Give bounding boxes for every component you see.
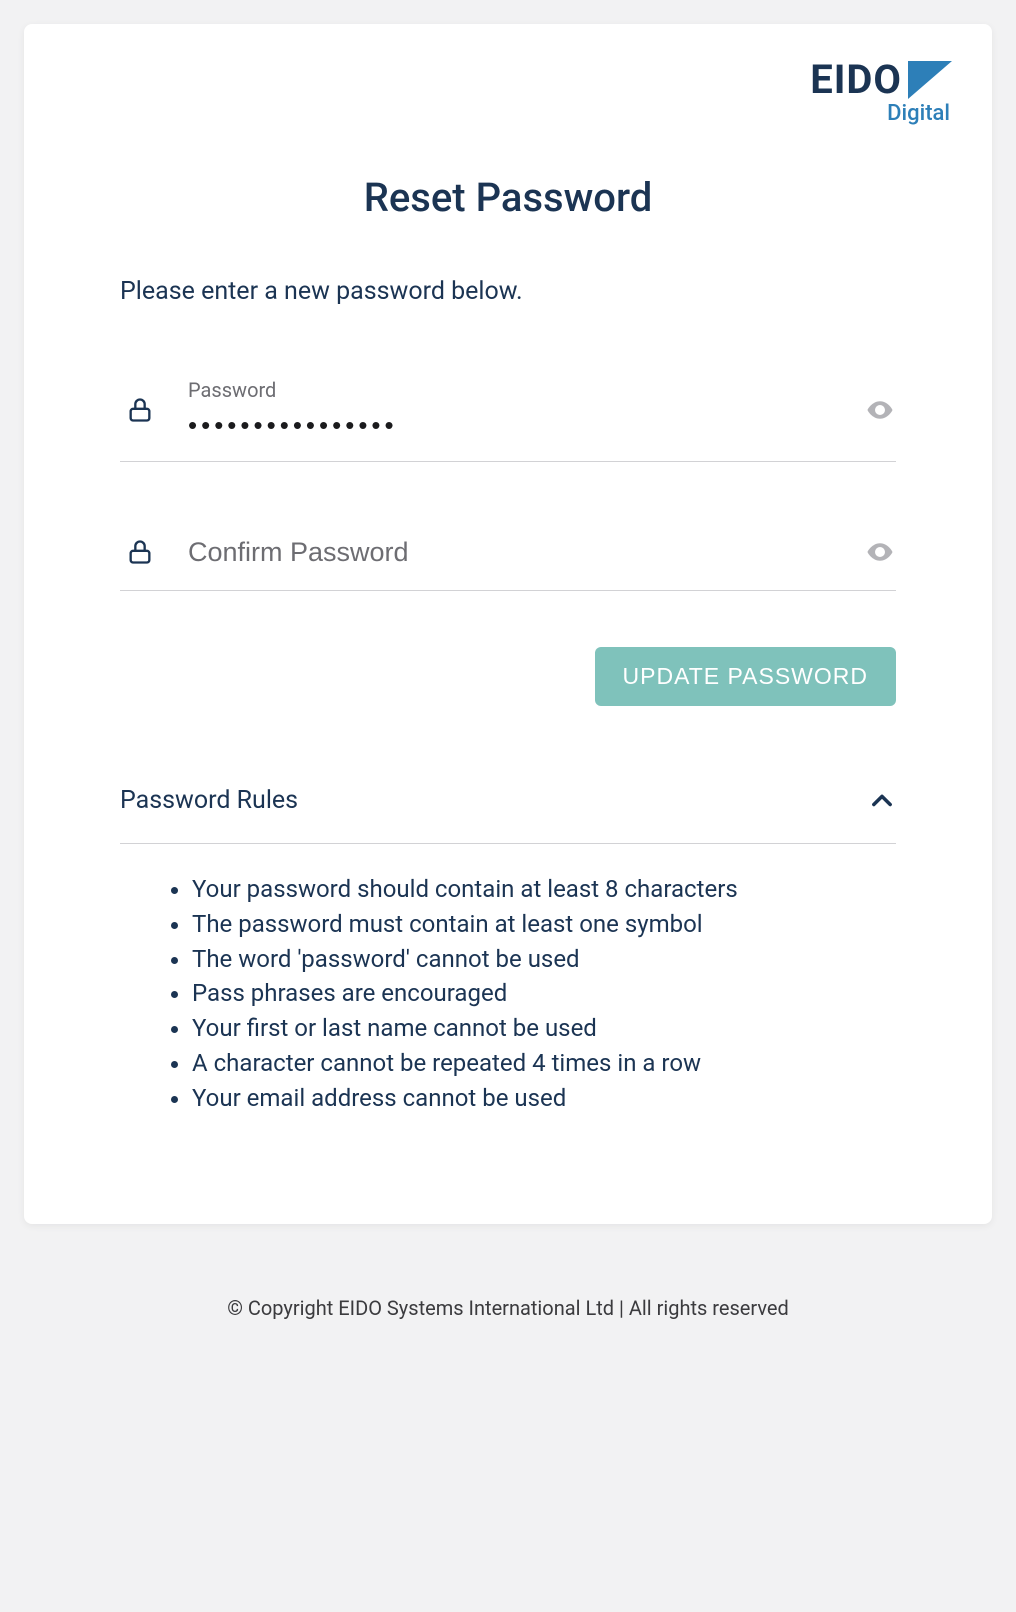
lock-icon [124,534,156,570]
chevron-up-icon [868,787,896,815]
confirm-password-input[interactable] [188,537,848,568]
logo-container: EIDO Digital [64,56,952,126]
update-password-button[interactable]: UPDATE PASSWORD [595,647,896,706]
instruction-text: Please enter a new password below. [120,277,896,306]
logo-top-row: EIDO [810,56,952,103]
confirm-password-field-body: Confirm Password [188,537,848,568]
password-rule-item: Your email address cannot be used [192,1081,896,1116]
button-row: UPDATE PASSWORD [120,647,896,706]
password-field: Password [120,362,896,462]
password-rule-item: Your first or last name cannot be used [192,1011,896,1046]
password-rule-item: A character cannot be repeated 4 times i… [192,1046,896,1081]
confirm-password-field: Confirm Password [120,518,896,591]
password-rule-item: The password must contain at least one s… [192,907,896,942]
password-rules-heading: Password Rules [120,786,298,815]
lock-icon [124,392,156,428]
page-title: Reset Password [64,174,952,221]
reset-password-card: EIDO Digital Reset Password Please enter… [24,24,992,1224]
password-input[interactable] [188,410,848,441]
form-content: Please enter a new password below. Passw… [64,277,952,1116]
password-rule-item: The word 'password' cannot be used [192,942,896,977]
password-field-body: Password [188,378,848,441]
brand-name: EIDO [810,56,902,103]
password-visibility-toggle[interactable] [864,394,896,426]
password-rules-toggle[interactable]: Password Rules [120,786,896,844]
brand-subtitle: Digital [887,101,950,126]
confirm-password-visibility-toggle[interactable] [864,536,896,568]
password-label: Password [188,378,848,402]
footer-copyright: © Copyright EIDO Systems International L… [24,1296,992,1320]
brand-triangle-icon [908,61,952,99]
password-rule-item: Pass phrases are encouraged [192,976,896,1011]
brand-logo: EIDO Digital [810,56,952,126]
password-rules-list: Your password should contain at least 8 … [120,872,896,1116]
password-rule-item: Your password should contain at least 8 … [192,872,896,907]
